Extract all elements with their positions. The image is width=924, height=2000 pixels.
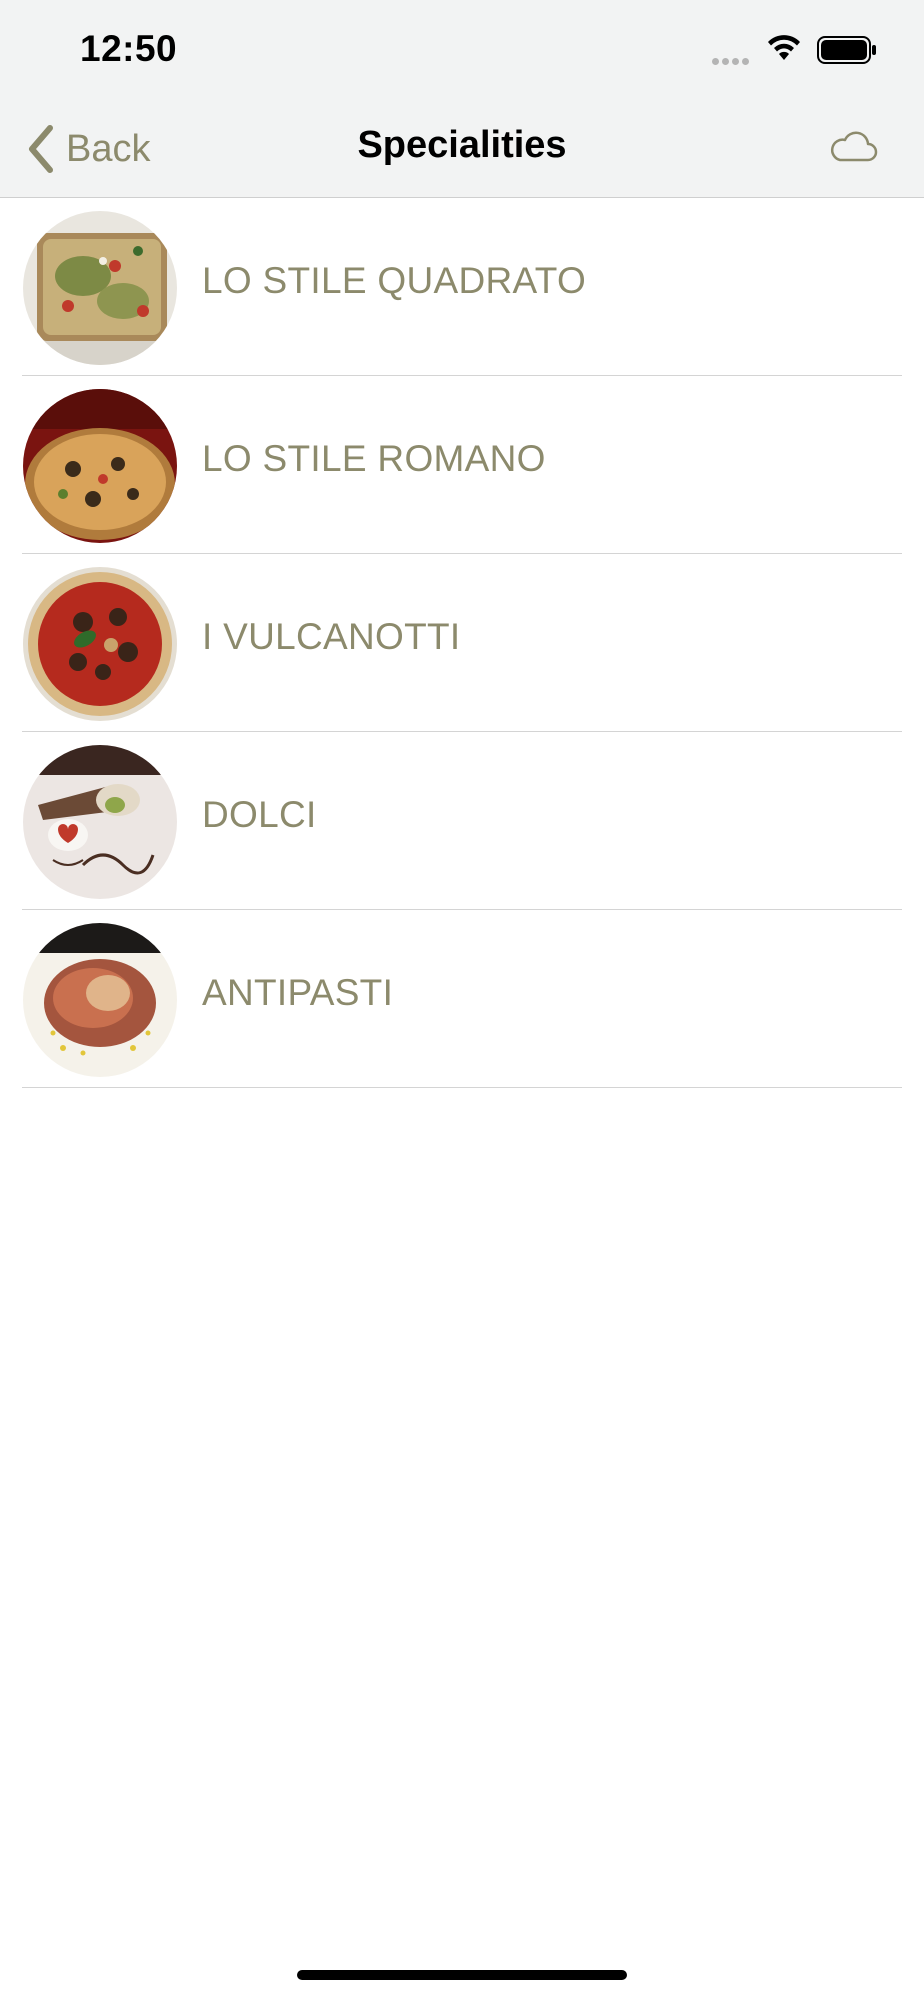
- list-item-label: ANTIPASTI: [202, 972, 394, 1013]
- status-time: 12:50: [80, 28, 178, 69]
- divider: [22, 1087, 902, 1088]
- status-bar: 12:50: [0, 0, 924, 100]
- list-item[interactable]: DOLCI: [0, 732, 924, 910]
- cloud-icon[interactable]: [828, 130, 878, 169]
- cellular-signal-icon: [712, 52, 752, 70]
- list-item[interactable]: LO STILE QUADRATO: [0, 198, 924, 376]
- page-title: Specialities: [357, 124, 567, 166]
- home-indicator[interactable]: [297, 1970, 627, 1980]
- list-item-label: I VULCANOTTI: [202, 616, 461, 657]
- navigation-bar: Back Specialities: [0, 100, 924, 198]
- square-pizza-photo: [23, 211, 177, 365]
- list-item[interactable]: I VULCANOTTI: [0, 554, 924, 732]
- list-item[interactable]: LO STILE ROMANO: [0, 376, 924, 554]
- roman-pizza-photo: [23, 389, 177, 543]
- dessert-photo: [23, 745, 177, 899]
- list-item[interactable]: ANTIPASTI: [0, 910, 924, 1088]
- antipasto-photo: [23, 923, 177, 1077]
- list-item-label: DOLCI: [202, 794, 317, 835]
- vulcanotti-pizza-photo: [23, 567, 177, 721]
- battery-icon: [817, 35, 877, 70]
- list-item-label: LO STILE ROMANO: [202, 438, 546, 479]
- list-item-label: LO STILE QUADRATO: [202, 260, 587, 301]
- specialities-list: LO STILE QUADRATO LO STILE ROMANO I VULC…: [0, 198, 924, 1088]
- wifi-icon: [766, 34, 802, 67]
